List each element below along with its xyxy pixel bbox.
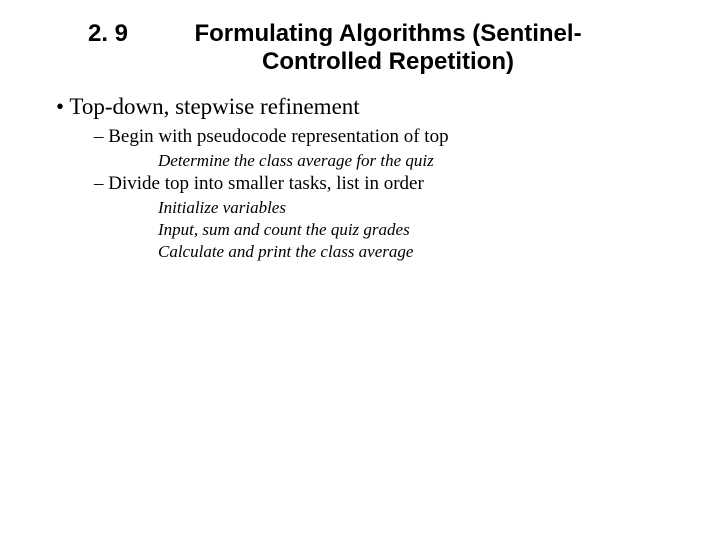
italic-line: Initialize variables xyxy=(158,198,680,218)
bullet-level-1: Top-down, stepwise refinement xyxy=(56,94,680,120)
bullet-level-2: Begin with pseudocode representation of … xyxy=(94,126,680,148)
italic-line: Calculate and print the class average xyxy=(158,242,680,262)
slide: 2. 9 Formulating Algorithms (Sentinel-Co… xyxy=(0,0,720,284)
bullet-level-2: Divide top into smaller tasks, list in o… xyxy=(94,173,680,195)
italic-line: Determine the class average for the quiz xyxy=(158,151,680,171)
heading-number: 2. 9 xyxy=(88,20,128,48)
heading-title: Formulating Algorithms (Sentinel-Control… xyxy=(156,20,680,76)
italic-line: Input, sum and count the quiz grades xyxy=(158,220,680,240)
slide-heading: 2. 9 Formulating Algorithms (Sentinel-Co… xyxy=(40,20,680,76)
